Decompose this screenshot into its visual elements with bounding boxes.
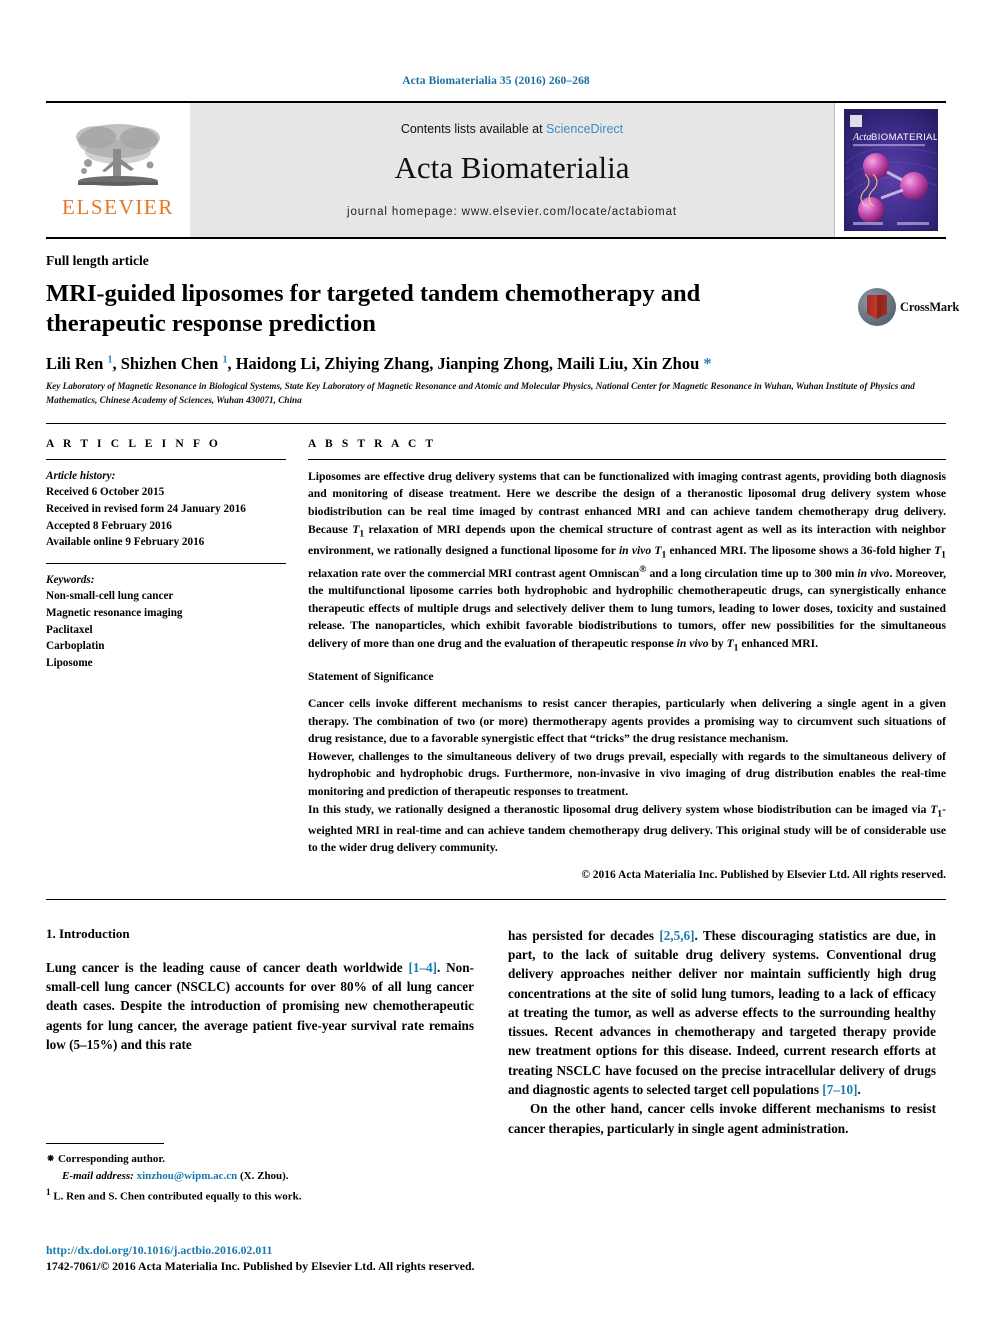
cover-image: Acta BIOMATERIALIA <box>843 109 938 231</box>
corresponding-author-text: Corresponding author. <box>57 1153 165 1165</box>
footnote-equal-contribution: 1 L. Ren and S. Chen contributed equally… <box>46 1185 466 1206</box>
masthead-center: Contents lists available at ScienceDirec… <box>190 103 834 237</box>
svg-text:BIOMATERIALIA: BIOMATERIALIA <box>871 132 938 143</box>
article-history-label: Article history: <box>46 469 116 482</box>
body-column-right: has persisted for decades [2,5,6]. These… <box>508 926 936 1138</box>
divider <box>46 562 286 564</box>
running-head: Acta Biomaterialia 35 (2016) 260–268 <box>402 75 590 87</box>
intro-paragraph-right-2: On the other hand, cancer cells invoke d… <box>508 1101 936 1136</box>
elsevier-logo: ELSEVIER <box>46 103 190 237</box>
crossmark-icon <box>858 288 896 326</box>
intro-paragraph-right-1: has persisted for decades [2,5,6]. These… <box>508 927 936 1097</box>
keyword-item: Magnetic resonance imaging <box>46 606 183 619</box>
section-heading-introduction: 1. Introduction <box>46 925 130 941</box>
history-item: Received 6 October 2015 <box>46 486 165 499</box>
affiliation: Key Laboratory of Magnetic Resonance in … <box>46 381 915 405</box>
article-first-page: Acta Biomaterialia 35 (2016) 260–268 ELS… <box>0 0 992 1323</box>
author-list: Lili Ren 1, Shizhen Chen 1, Haidong Li, … <box>46 353 712 373</box>
footnotes-block: ⁕ Corresponding author. E-mail address: … <box>46 1143 466 1206</box>
contents-prefix: Contents lists available at <box>400 122 543 136</box>
abstract-column: A B S T R A C T Liposomes are effective … <box>308 438 946 881</box>
elsevier-tree-icon <box>76 123 160 186</box>
keyword-item: Paclitaxel <box>46 623 93 636</box>
significance-paragraph: However, challenges to the simultaneous … <box>308 749 946 799</box>
title-block: MRI-guided liposomes for targeted tandem… <box>46 279 959 339</box>
keyword-item: Non-small-cell lung cancer <box>46 590 174 603</box>
keyword-item: Liposome <box>46 656 93 669</box>
email-label: E-mail address: <box>62 1170 134 1183</box>
corresponding-author-mark: ⁕ <box>46 1153 56 1165</box>
crossmark-badge[interactable]: CrossMark <box>858 283 959 331</box>
colophon: http://dx.doi.org/10.1016/j.actbio.2016.… <box>46 1243 946 1274</box>
article-type-label: Full length article <box>46 253 149 268</box>
keyword-item: Carboplatin <box>46 640 105 653</box>
abstract-heading: A B S T R A C T <box>308 437 437 450</box>
cover-artwork-icon: Acta BIOMATERIALIA <box>844 110 938 230</box>
equal-contribution-text: L. Ren and S. Chen contributed equally t… <box>53 1190 302 1203</box>
footnote-divider <box>46 1143 164 1144</box>
significance-paragraph: Cancer cells invoke different mechanisms… <box>308 697 946 746</box>
journal-homepage-link[interactable]: journal homepage: www.elsevier.com/locat… <box>347 206 677 218</box>
article-info-heading: A R T I C L E I N F O <box>46 437 221 450</box>
history-item: Accepted 8 February 2016 <box>46 519 172 532</box>
journal-masthead: ELSEVIER Contents lists available at Sci… <box>46 101 946 239</box>
keywords-label: Keywords: <box>46 573 95 586</box>
crossmark-label: CrossMark <box>900 299 960 314</box>
info-abstract-columns: A R T I C L E I N F O Article history: R… <box>46 422 946 881</box>
page-title: MRI-guided liposomes for targeted tandem… <box>46 280 701 337</box>
article-info-column: A R T I C L E I N F O Article history: R… <box>46 438 286 881</box>
keywords-block: Keywords: Non-small-cell lung cancer Mag… <box>46 572 286 671</box>
footnote-email: E-mail address: xinzhou@wipm.ac.cn (X. Z… <box>46 1168 466 1185</box>
equal-contribution-mark: 1 <box>46 1187 51 1198</box>
contents-line: Contents lists available at ScienceDirec… <box>401 122 623 136</box>
elsevier-wordmark: ELSEVIER <box>62 194 174 219</box>
article-history: Article history: Received 6 October 2015… <box>46 468 286 551</box>
abstract-text: Liposomes are effective drug delivery sy… <box>308 469 947 654</box>
significance-paragraph: In this study, we rationally designed a … <box>308 802 946 855</box>
history-item: Received in revised form 24 January 2016 <box>46 503 246 516</box>
doi-link[interactable]: http://dx.doi.org/10.1016/j.actbio.2016.… <box>46 1243 946 1258</box>
divider <box>46 898 946 900</box>
email-suffix: (X. Zhou). <box>240 1170 289 1183</box>
divider <box>46 458 286 460</box>
intro-paragraph-left: Lung cancer is the leading cause of canc… <box>46 959 475 1052</box>
svg-text:Acta: Acta <box>852 132 871 143</box>
journal-title: Acta Biomaterialia <box>394 150 630 185</box>
journal-cover-thumbnail: Acta BIOMATERIALIA <box>834 103 946 237</box>
statement-of-significance-heading: Statement of Significance <box>308 670 434 683</box>
abstract-copyright: © 2016 Acta Materialia Inc. Published by… <box>581 868 946 881</box>
email-link[interactable]: xinzhou@wipm.ac.cn <box>137 1170 238 1182</box>
issn-copyright-line: 1742-7061/© 2016 Acta Materialia Inc. Pu… <box>46 1259 475 1273</box>
body-columns: 1. Introduction Lung cancer is the leadi… <box>46 926 946 1138</box>
history-item: Available online 9 February 2016 <box>46 536 205 549</box>
divider <box>308 458 946 460</box>
statement-of-significance-body: Cancer cells invoke different mechanisms… <box>308 695 946 857</box>
body-column-left: 1. Introduction Lung cancer is the leadi… <box>46 926 474 1138</box>
sciencedirect-link[interactable]: ScienceDirect <box>546 122 623 136</box>
footnote-corresponding-author: ⁕ Corresponding author. <box>46 1151 466 1168</box>
